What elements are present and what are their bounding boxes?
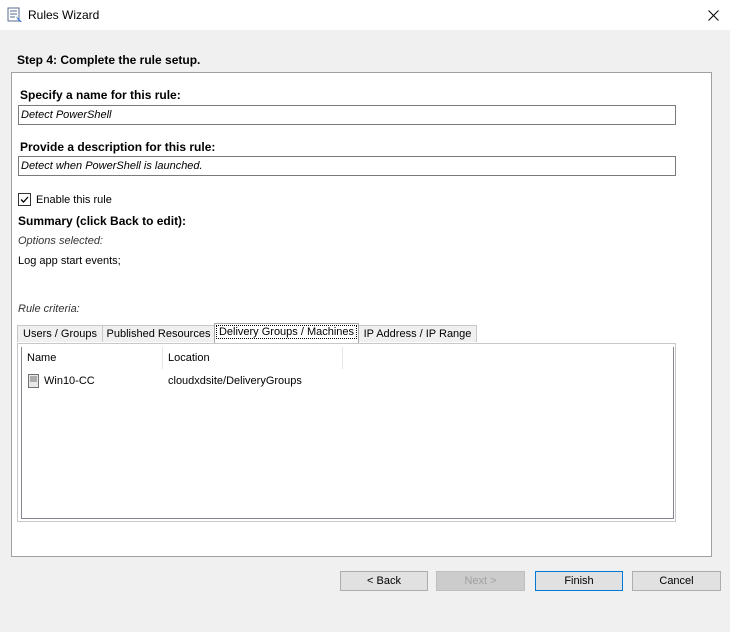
machine-icon (28, 374, 39, 388)
back-button[interactable]: < Back (340, 571, 428, 591)
tab-delivery-groups-machines[interactable]: Delivery Groups / Machines (214, 323, 359, 343)
column-header-name[interactable]: Name (22, 347, 163, 369)
enable-rule-checkbox[interactable] (18, 193, 31, 206)
rule-criteria-label: Rule criteria: (18, 303, 80, 315)
title-bar: Rules Wizard (0, 0, 730, 30)
tab-ip-address-range[interactable]: IP Address / IP Range (358, 325, 477, 342)
rule-setup-panel: Specify a name for this rule: Detect Pow… (11, 72, 712, 557)
summary-title: Summary (click Back to edit): (18, 214, 187, 228)
close-button[interactable] (696, 0, 730, 30)
column-header-location[interactable]: Location (163, 347, 343, 369)
options-selected-label: Options selected: (18, 235, 103, 247)
tab-published-resources[interactable]: Published Resources (102, 325, 215, 342)
rule-description-field[interactable]: Detect when PowerShell is launched. (18, 156, 676, 176)
window-title: Rules Wizard (28, 8, 100, 22)
name-label: Specify a name for this rule: (20, 88, 181, 102)
close-icon (707, 9, 719, 21)
machines-list[interactable]: Name Location Win10-CC cloudxdsite/Deliv… (21, 347, 674, 519)
rules-wizard-icon (7, 7, 23, 23)
step-title: Step 4: Complete the rule setup. (17, 53, 201, 67)
rule-name-field[interactable]: Detect PowerShell (18, 105, 676, 125)
tab-users-groups[interactable]: Users / Groups (17, 325, 103, 342)
cancel-button[interactable]: Cancel (632, 571, 721, 591)
wizard-body: Step 4: Complete the rule setup. Specify… (0, 30, 730, 632)
next-button[interactable]: Next > (436, 571, 525, 591)
enable-rule-label[interactable]: Enable this rule (36, 194, 112, 206)
checkmark-icon (20, 196, 29, 203)
description-label: Provide a description for this rule: (20, 140, 216, 154)
options-selected-value: Log app start events; (18, 255, 121, 267)
finish-button[interactable]: Finish (535, 571, 623, 591)
row-location: cloudxdsite/DeliveryGroups (168, 375, 302, 387)
row-name: Win10-CC (44, 375, 95, 387)
delivery-groups-tab-content: Name Location Win10-CC cloudxdsite/Deliv… (17, 343, 676, 522)
